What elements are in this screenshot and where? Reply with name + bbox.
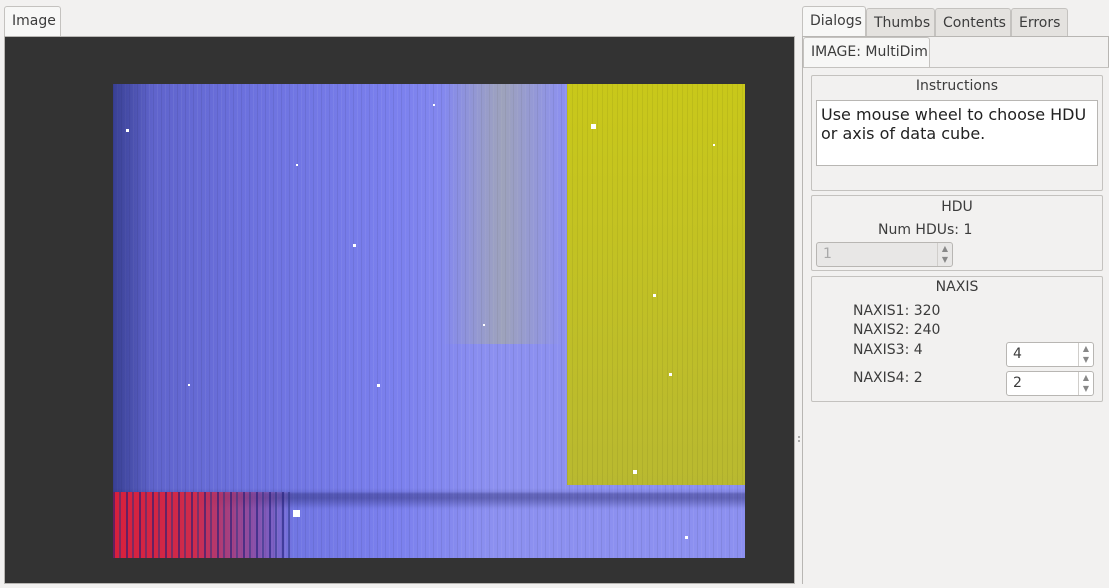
- tab-dialogs[interactable]: Dialogs: [802, 6, 866, 37]
- tab-errors-label: Errors: [1019, 15, 1061, 31]
- num-hdus-label: Num HDUs: 1: [878, 222, 973, 238]
- tab-dialogs-label: Dialogs: [810, 13, 862, 29]
- fits-image-canvas[interactable]: [113, 84, 745, 558]
- naxis2-label: NAXIS2: 240: [853, 322, 941, 338]
- tab-image-label: Image: [12, 13, 56, 29]
- hot-pixel: [353, 244, 356, 247]
- hot-pixel: [296, 164, 298, 166]
- hot-pixel: [685, 536, 688, 539]
- splitter-handle[interactable]: [798, 436, 800, 438]
- tab-thumbs[interactable]: Thumbs: [866, 8, 935, 36]
- naxis3-spinbox-value: 4: [1013, 346, 1022, 362]
- hot-pixel: [433, 104, 435, 106]
- hot-pixel: [669, 373, 672, 376]
- hot-pixel: [293, 510, 300, 517]
- hdu-title: HDU: [941, 199, 973, 215]
- splitter-handle[interactable]: [798, 440, 800, 442]
- naxis-title: NAXIS: [935, 279, 979, 295]
- tab-contents-label: Contents: [943, 15, 1006, 31]
- hot-pixel: [633, 470, 637, 474]
- tab-thumbs-label: Thumbs: [874, 15, 931, 31]
- naxis4-spinbox-value: 2: [1013, 375, 1022, 391]
- tab-contents[interactable]: Contents: [935, 8, 1011, 36]
- naxis4-spinbox-arrows[interactable]: ▲ ▼: [1078, 372, 1093, 395]
- hot-pixel: [713, 144, 715, 146]
- naxis3-spinbox[interactable]: 4 ▲ ▼: [1006, 342, 1094, 367]
- hot-pixel: [653, 294, 656, 297]
- hot-pixel: [188, 384, 190, 386]
- hot-pixel: [126, 129, 129, 132]
- naxis3-spinbox-arrows[interactable]: ▲ ▼: [1078, 343, 1093, 366]
- image-dark-edge: [113, 84, 153, 558]
- hdu-spinbox-arrows[interactable]: ▲ ▼: [937, 243, 952, 266]
- instructions-text: Use mouse wheel to choose HDU or axis of…: [816, 100, 1098, 166]
- naxis1-label: NAXIS1: 320: [853, 303, 941, 319]
- naxis4-label: NAXIS4: 2: [853, 370, 923, 386]
- hot-pixel: [483, 324, 485, 326]
- tab-multidim[interactable]: IMAGE: MultiDim: [803, 37, 930, 68]
- image-red-region: [113, 492, 293, 558]
- hdu-spinbox[interactable]: 1 ▲ ▼: [816, 242, 953, 267]
- naxis3-label: NAXIS3: 4: [853, 342, 923, 358]
- hdu-spinbox-value: 1: [823, 246, 832, 262]
- naxis4-spinbox[interactable]: 2 ▲ ▼: [1006, 371, 1094, 396]
- tab-errors[interactable]: Errors: [1011, 8, 1068, 36]
- hot-pixel: [377, 384, 380, 387]
- image-yellow-region: [567, 84, 745, 485]
- tab-multidim-label: IMAGE: MultiDim: [811, 44, 928, 60]
- image-yellow-haze: [443, 84, 563, 344]
- instructions-title: Instructions: [915, 78, 999, 94]
- tab-image[interactable]: Image: [4, 6, 61, 37]
- hot-pixel: [591, 124, 596, 129]
